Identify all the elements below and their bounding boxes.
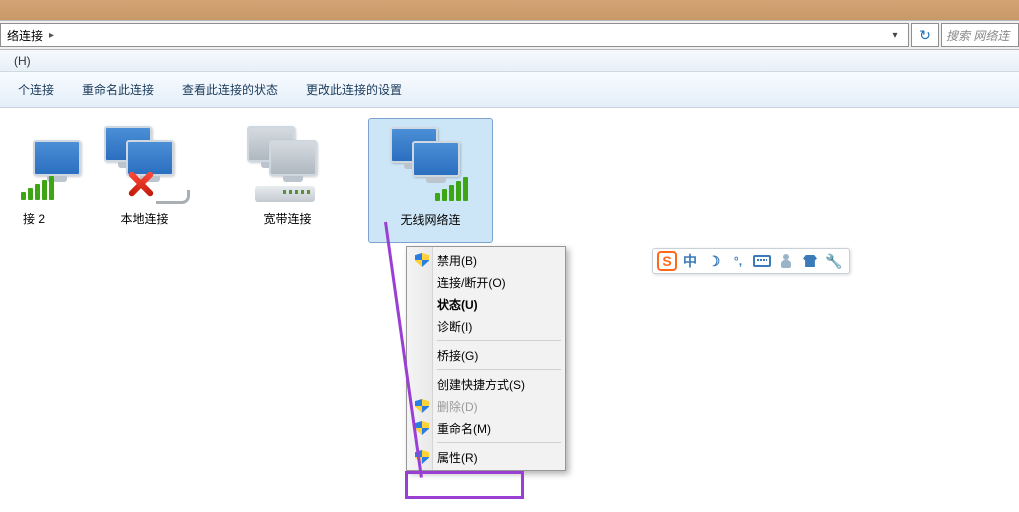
address-bar[interactable]: 络连接 ▸ ▾ [0,23,909,47]
refresh-button[interactable]: ↻ [911,23,939,47]
ime-person-icon[interactable] [775,251,797,271]
ime-shirt-icon[interactable] [799,251,821,271]
breadcrumb-segment[interactable]: 络连接 [5,27,45,44]
cm-status[interactable]: 状态(U) [409,293,563,315]
search-placeholder: 搜索 网络连 [946,27,1009,44]
context-menu-separator [437,340,561,341]
ime-toolbar[interactable]: S 中 ☽ °, 🔧 [652,248,850,274]
cm-connect-disconnect[interactable]: 连接/断开(O) [409,271,563,293]
shield-icon [413,419,431,437]
disconnected-x-icon [126,170,154,198]
address-dropdown-icon[interactable]: ▾ [886,30,904,41]
cm-create-shortcut[interactable]: 创建快捷方式(S) [409,373,563,395]
connection-label: 宽带连接 [263,210,311,227]
menu-help[interactable]: (H) [6,52,39,70]
connection-item-partial[interactable]: 接 2 [4,118,64,243]
cm-delete: 删除(D) [409,395,563,417]
refresh-icon: ↻ [919,27,931,44]
connection-label: 接 2 [23,210,45,227]
modem-icon [255,186,315,202]
cm-properties[interactable]: 属性(R) [409,446,563,468]
context-menu-separator [437,369,561,370]
ime-sogou-logo-icon[interactable]: S [657,251,677,271]
connection-item-local[interactable]: 本地连接 [82,118,207,243]
cm-disable[interactable]: 禁用(B) [409,249,563,271]
shield-icon [413,397,431,415]
cm-diagnose[interactable]: 诊断(I) [409,315,563,337]
context-menu-separator [437,442,561,443]
cm-bridge[interactable]: 桥接(G) [409,344,563,366]
shield-icon [413,251,431,269]
connection-item-broadband[interactable]: 宽带连接 [225,118,350,243]
signal-bars-icon [435,177,468,201]
breadcrumb-arrow-icon[interactable]: ▸ [45,30,58,41]
toolbar-this-connection[interactable]: 个连接 [4,77,68,102]
network-icon [243,124,333,204]
network-icon [386,125,476,205]
connection-label: 无线网络连 [400,211,460,228]
ime-punct-button[interactable]: °, [727,251,749,271]
toolbar-change-settings[interactable]: 更改此连接的设置 [292,77,416,102]
context-menu: 禁用(B) 连接/断开(O) 状态(U) 诊断(I) 桥接(G) 创建快捷方式(… [406,246,566,471]
ime-lang-button[interactable]: 中 [679,251,701,271]
ime-moon-icon[interactable]: ☽ [703,251,725,271]
ime-settings-icon[interactable]: 🔧 [823,251,845,271]
connection-label: 本地连接 [120,210,168,227]
toolbar-view-status[interactable]: 查看此连接的状态 [168,77,292,102]
toolbar-rename[interactable]: 重命名此连接 [68,77,168,102]
network-icon [7,124,62,204]
address-row: 络连接 ▸ ▾ ↻ 搜索 网络连 [0,20,1019,50]
signal-bars-icon [21,176,54,200]
cm-rename[interactable]: 重命名(M) [409,417,563,439]
toolbar: 个连接 重命名此连接 查看此连接的状态 更改此连接的设置 [0,72,1019,108]
connection-item-wireless[interactable]: 无线网络连 [368,118,493,243]
shield-icon [413,448,431,466]
window-titlebar [0,0,1019,20]
menubar: (H) [0,50,1019,72]
ime-keyboard-icon[interactable] [751,251,773,271]
search-input[interactable]: 搜索 网络连 [941,23,1019,47]
network-icon [100,124,190,204]
